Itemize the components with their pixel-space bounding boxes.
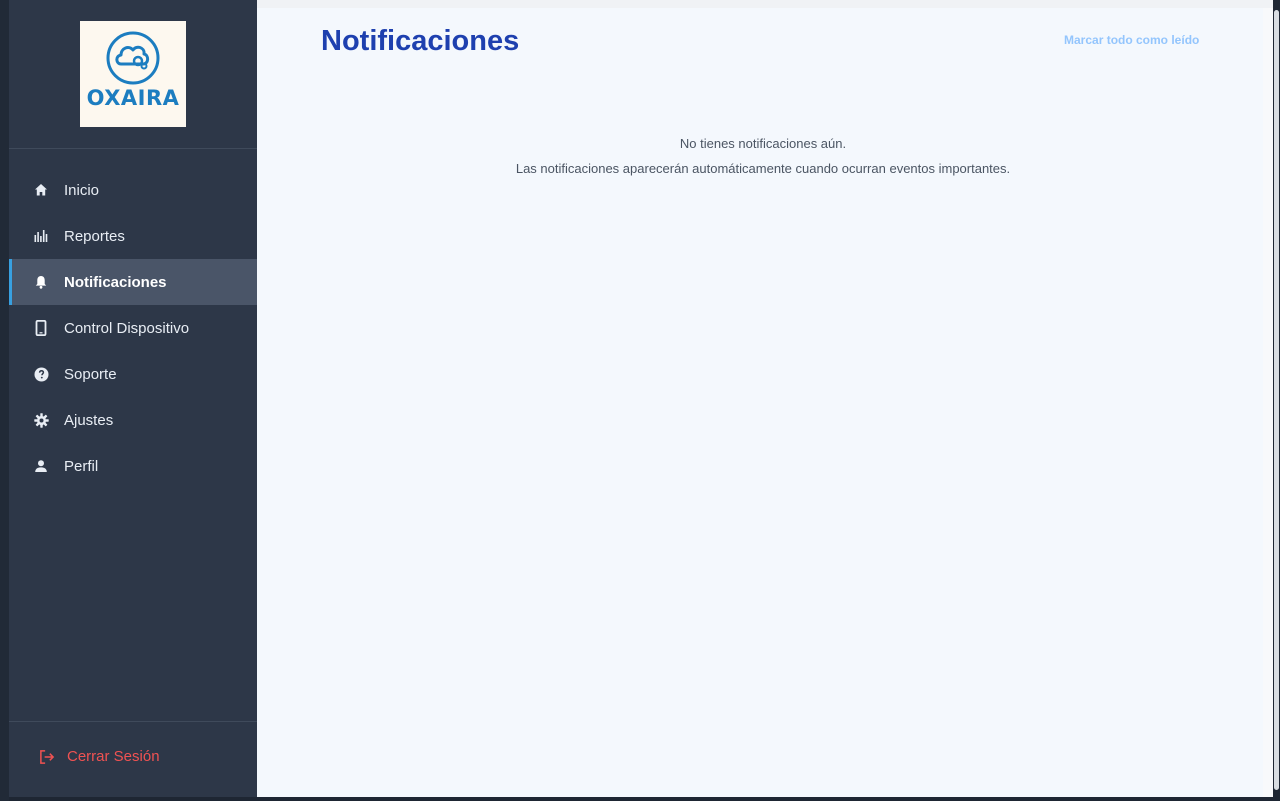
window-edge <box>0 0 9 801</box>
home-icon <box>33 182 49 198</box>
page-title: Notificaciones <box>321 25 520 57</box>
sidebar: OXAIRA Inicio Reportes Notificaciones Co… <box>9 0 257 797</box>
window-top-bar <box>257 0 1273 8</box>
logout-icon <box>39 749 55 765</box>
sidebar-item-label: Reportes <box>64 227 125 245</box>
logout-button[interactable]: Cerrar Sesión <box>39 748 160 765</box>
bell-icon <box>33 274 49 290</box>
sidebar-divider <box>9 148 257 149</box>
empty-state-title: No tienes notificaciones aún. <box>679 136 847 151</box>
main-content: Notificaciones Marcar todo como leído No… <box>257 8 1263 797</box>
empty-state-subtitle: Las notificaciones aparecerán automática… <box>515 161 1011 176</box>
help-icon <box>33 366 49 382</box>
bar-chart-icon <box>33 228 49 244</box>
sidebar-item-label: Notificaciones <box>64 273 167 291</box>
logout-label: Cerrar Sesión <box>67 748 160 765</box>
sidebar-item-label: Perfil <box>64 457 99 475</box>
sidebar-item-label: Soporte <box>64 365 117 383</box>
gear-icon <box>33 412 49 428</box>
content-edge <box>1263 8 1273 797</box>
sidebar-item-notificaciones[interactable]: Notificaciones <box>9 259 257 305</box>
sidebar-item-ajustes[interactable]: Ajustes <box>9 397 257 443</box>
sidebar-item-label: Inicio <box>64 181 100 199</box>
user-icon <box>33 458 49 474</box>
brand-logo[interactable]: OXAIRA <box>80 21 186 127</box>
sidebar-item-perfil[interactable]: Perfil <box>9 443 257 489</box>
sidebar-divider <box>9 721 257 722</box>
sidebar-item-soporte[interactable]: Soporte <box>9 351 257 397</box>
cloud-logo-icon <box>106 31 160 85</box>
sidebar-item-label: Control Dispositivo <box>64 319 190 337</box>
sidebar-item-label: Ajustes <box>64 411 114 429</box>
phone-icon <box>33 320 49 336</box>
scrollbar-thumb[interactable] <box>1274 10 1279 790</box>
mark-all-read-link[interactable]: Marcar todo como leído <box>1064 33 1199 47</box>
sidebar-item-inicio[interactable]: Inicio <box>9 167 257 213</box>
brand-logo-text: OXAIRA <box>86 86 180 110</box>
sidebar-item-control-dispositivo[interactable]: Control Dispositivo <box>9 305 257 351</box>
sidebar-nav: Inicio Reportes Notificaciones Control D… <box>9 167 257 489</box>
sidebar-item-reportes[interactable]: Reportes <box>9 213 257 259</box>
